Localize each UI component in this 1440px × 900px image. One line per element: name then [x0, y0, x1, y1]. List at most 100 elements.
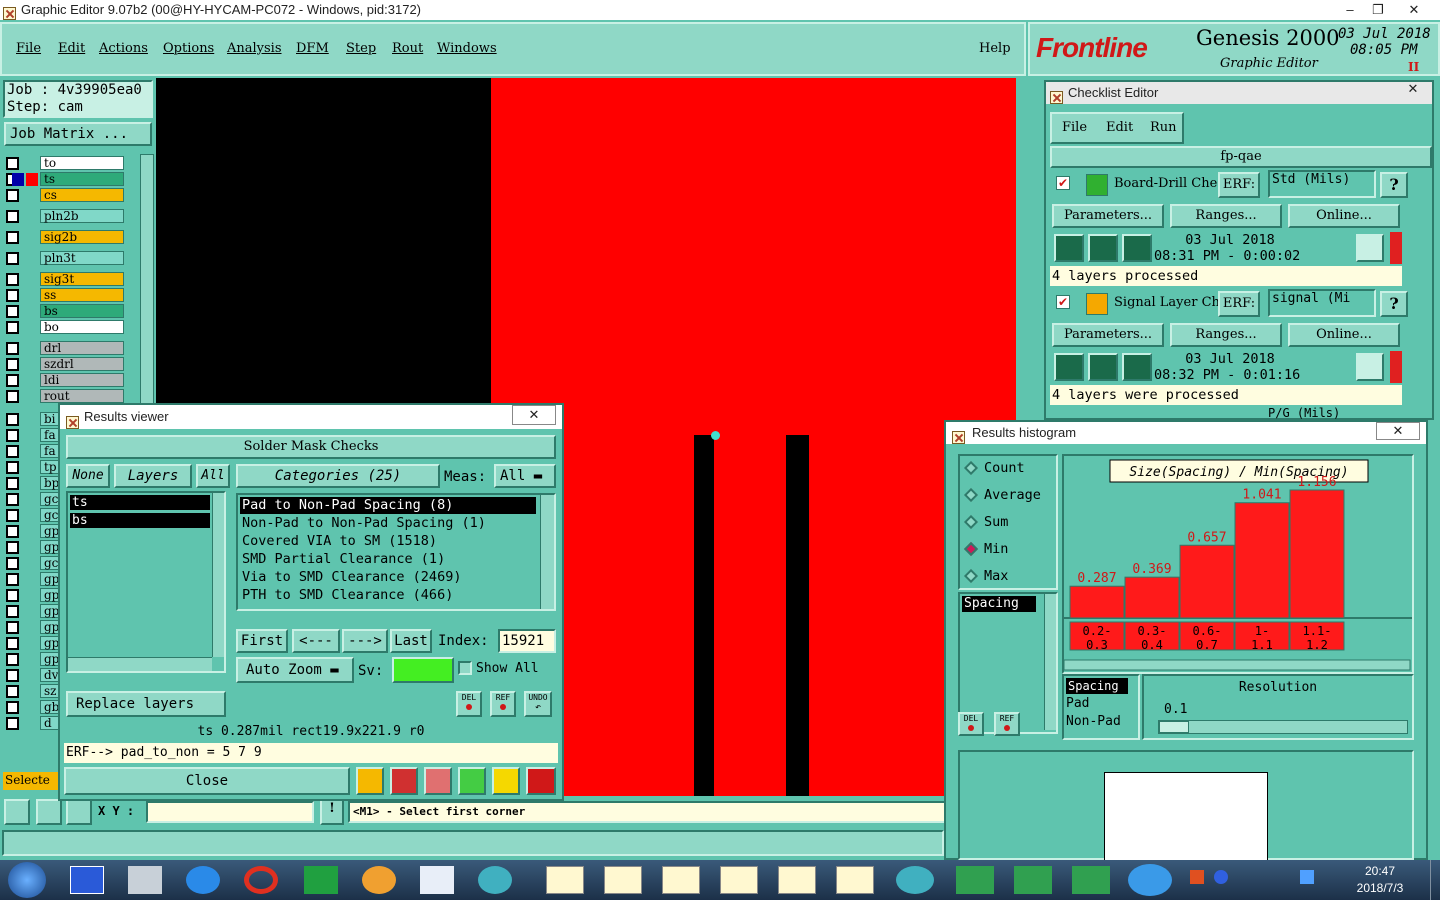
- layer-checkbox[interactable]: [6, 210, 19, 223]
- layer-row[interactable]: sig2b: [6, 230, 124, 244]
- check-enable-checkbox[interactable]: ✔: [1056, 176, 1070, 190]
- histogram-icon[interactable]: [526, 767, 556, 795]
- menu-options[interactable]: Options: [163, 41, 214, 56]
- frontline-app-icon[interactable]: [304, 866, 338, 894]
- start-button[interactable]: [8, 862, 46, 898]
- layer-row[interactable]: gb: [6, 700, 60, 714]
- check-help-icon[interactable]: ?: [1380, 172, 1408, 198]
- layer-checkbox[interactable]: [6, 525, 19, 538]
- resolution-slider[interactable]: [1158, 720, 1408, 734]
- layer-checkbox[interactable]: [6, 653, 19, 666]
- parameters-button[interactable]: Parameters...: [1052, 204, 1164, 228]
- field-list-scrollbar[interactable]: [1044, 594, 1056, 730]
- run-check-icon[interactable]: [1054, 353, 1084, 381]
- category-item[interactable]: Non-Pad to Non-Pad Spacing (1): [240, 515, 536, 532]
- layer-name[interactable]: d: [40, 716, 60, 730]
- layer-checkbox[interactable]: [6, 685, 19, 698]
- layer-row[interactable]: sig3t: [6, 272, 124, 286]
- checklist-menu-file[interactable]: File: [1062, 120, 1087, 135]
- checklist-menu-run[interactable]: Run: [1150, 120, 1177, 135]
- warning-icon[interactable]: !: [320, 799, 344, 825]
- run-check-icon[interactable]: [1054, 234, 1084, 262]
- histogram-option[interactable]: Min: [963, 541, 1056, 561]
- replace-layers-button[interactable]: Replace layers: [66, 691, 226, 717]
- layer-name[interactable]: gp: [40, 540, 60, 554]
- result-layer-item[interactable]: ts: [70, 495, 210, 510]
- layer-checkbox[interactable]: [6, 157, 19, 170]
- genesis-window-3-icon[interactable]: [662, 866, 700, 894]
- check-enable-checkbox[interactable]: ✔: [1056, 295, 1070, 309]
- erf-button[interactable]: ERF:: [1218, 172, 1260, 198]
- del-button[interactable]: DEL: [456, 691, 482, 717]
- layer-row[interactable]: szdrl: [6, 357, 124, 371]
- layer-name[interactable]: sz: [40, 684, 60, 698]
- layer-row[interactable]: bi: [6, 412, 60, 426]
- close-window-button[interactable]: ✕: [1392, 0, 1436, 20]
- layer-row[interactable]: gp: [6, 652, 60, 666]
- layer-row[interactable]: bp: [6, 476, 60, 490]
- erf-value[interactable]: Std (Mils): [1268, 170, 1376, 198]
- layer-row[interactable]: tp: [6, 460, 60, 474]
- layer-row[interactable]: fa: [6, 428, 60, 442]
- tab-none[interactable]: None: [66, 464, 110, 488]
- layer-row[interactable]: gc: [6, 492, 60, 506]
- job-matrix-button[interactable]: Job Matrix ...: [4, 122, 152, 146]
- show-desktop-button[interactable]: [1430, 860, 1440, 900]
- tab-all[interactable]: All: [196, 464, 230, 488]
- rv-tool-icon-5[interactable]: [492, 767, 520, 795]
- first-button[interactable]: First: [236, 629, 288, 653]
- layer-row[interactable]: gp: [6, 524, 60, 538]
- layer-row[interactable]: to: [6, 156, 124, 170]
- layer-name[interactable]: gp: [40, 652, 60, 666]
- layer-checkbox[interactable]: [6, 189, 19, 202]
- sublist-item-nonpad[interactable]: Non-Pad: [1066, 714, 1121, 729]
- category-item[interactable]: SMD Partial Clearance (1): [240, 551, 536, 568]
- layer-row[interactable]: dv: [6, 668, 60, 682]
- grid-icon[interactable]: [66, 799, 92, 825]
- layer-checkbox[interactable]: [6, 374, 19, 387]
- layer-checkbox[interactable]: [6, 605, 19, 618]
- third-check-erf-partial[interactable]: P/G (Mils): [1268, 406, 1376, 420]
- layer-row[interactable]: d: [6, 716, 60, 730]
- ranges-button[interactable]: Ranges...: [1170, 204, 1282, 228]
- genesis-window-6-icon[interactable]: [836, 866, 874, 894]
- shell-app-icon[interactable]: [362, 866, 396, 894]
- layer-checkbox[interactable]: [6, 358, 19, 371]
- layer-row[interactable]: rout: [6, 389, 124, 403]
- rv-tool-icon-2[interactable]: [390, 767, 418, 795]
- histogram-ref-button[interactable]: REF: [994, 712, 1020, 736]
- layer-checkbox[interactable]: [6, 573, 19, 586]
- menu-analysis[interactable]: Analysis: [227, 41, 282, 56]
- genesis-app-icon[interactable]: [244, 866, 278, 894]
- layer-row[interactable]: bo: [6, 320, 124, 334]
- layer-name[interactable]: fa: [40, 428, 60, 442]
- check-name[interactable]: Signal Layer Ch: [1114, 295, 1220, 310]
- layer-name[interactable]: ts: [40, 172, 124, 186]
- layer-name[interactable]: pln2b: [40, 209, 124, 223]
- genesis-window-5-icon[interactable]: [778, 866, 816, 894]
- histogram-del-button[interactable]: DEL: [958, 712, 984, 736]
- tray-network-icon[interactable]: [1300, 870, 1314, 884]
- erf-button[interactable]: ERF:: [1218, 291, 1260, 317]
- layer-row[interactable]: gp: [6, 620, 60, 634]
- histogram-option[interactable]: Count: [963, 460, 1056, 480]
- checklist-close-icon[interactable]: ✕: [1398, 82, 1428, 98]
- layer-checkbox[interactable]: [6, 445, 19, 458]
- genesis-window-1-icon[interactable]: [546, 866, 584, 894]
- layer-checkbox[interactable]: [6, 321, 19, 334]
- check-name[interactable]: Board-Drill Che: [1114, 176, 1217, 191]
- layer-name[interactable]: rout: [40, 389, 124, 403]
- layer-row[interactable]: sz: [6, 684, 60, 698]
- layer-name[interactable]: gc: [40, 508, 60, 522]
- sublist-item-pad[interactable]: Pad: [1066, 696, 1089, 711]
- checklist-menu-edit[interactable]: Edit: [1106, 120, 1133, 135]
- stop-check-icon[interactable]: [1122, 353, 1152, 381]
- online-button[interactable]: Online...: [1288, 323, 1400, 347]
- option-radio[interactable]: [963, 568, 979, 584]
- layer-checkbox[interactable]: [6, 477, 19, 490]
- layer-name[interactable]: gp: [40, 588, 60, 602]
- genesis-window-4-icon[interactable]: [720, 866, 758, 894]
- menu-help[interactable]: Help: [979, 41, 1011, 56]
- zoom-results-icon[interactable]: [1356, 234, 1384, 262]
- index-input[interactable]: 15921: [498, 629, 556, 653]
